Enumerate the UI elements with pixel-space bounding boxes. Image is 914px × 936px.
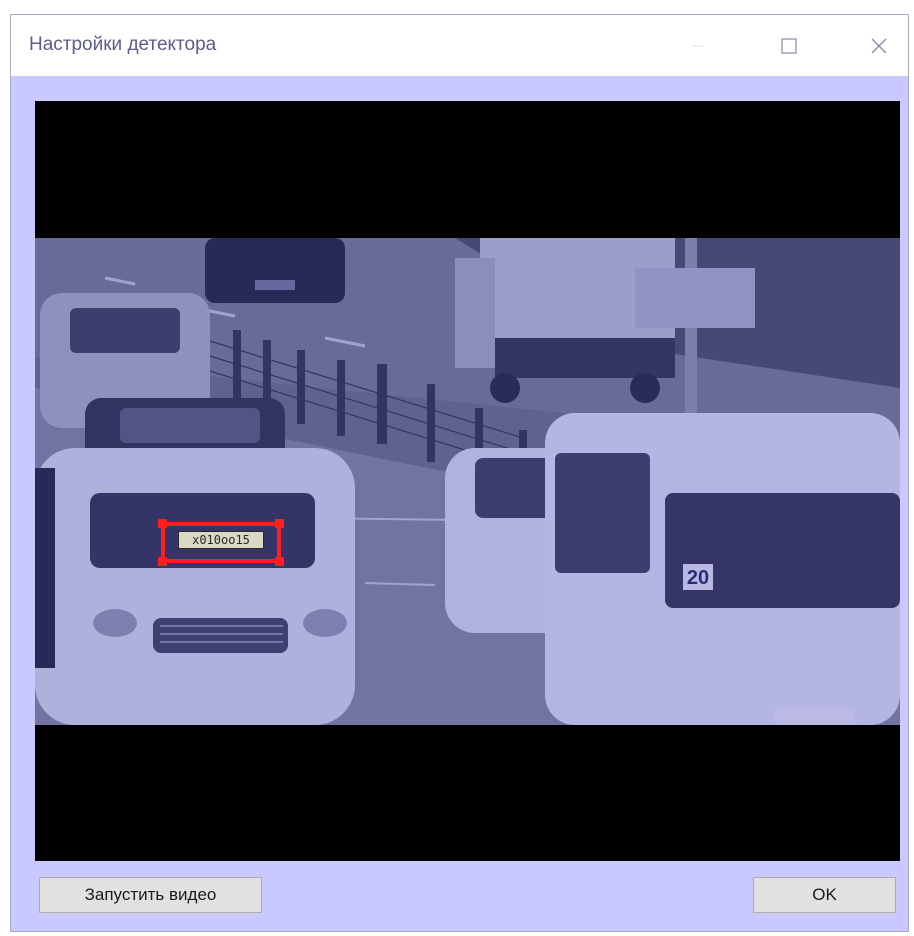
detector-settings-window: Настройки детектора 20 x010oo15 Запустит…	[10, 14, 909, 932]
resize-handle-top-left[interactable]	[158, 519, 167, 528]
title-bar[interactable]: Настройки детектора	[11, 15, 908, 76]
bus-number-label: 20	[687, 567, 709, 589]
resize-handle-top-right[interactable]	[275, 519, 284, 528]
ok-button[interactable]: OK	[753, 877, 896, 913]
window-title: Настройки детектора	[29, 34, 217, 55]
camera-frame: 20	[35, 238, 900, 725]
minimize-button[interactable]	[675, 15, 721, 76]
close-icon	[871, 38, 887, 53]
traffic-scene-image: 20	[35, 238, 900, 725]
resize-handle-bottom-left[interactable]	[158, 557, 167, 566]
resize-handle-bottom-right[interactable]	[275, 557, 284, 566]
plate-detection-zone[interactable]	[158, 519, 284, 566]
minimize-icon	[692, 45, 704, 46]
video-preview[interactable]: 20 x010oo15	[35, 101, 900, 861]
close-button[interactable]	[856, 15, 902, 76]
maximize-button[interactable]	[766, 15, 812, 76]
start-video-button[interactable]: Запустить видео	[39, 877, 262, 913]
maximize-icon	[781, 37, 797, 54]
